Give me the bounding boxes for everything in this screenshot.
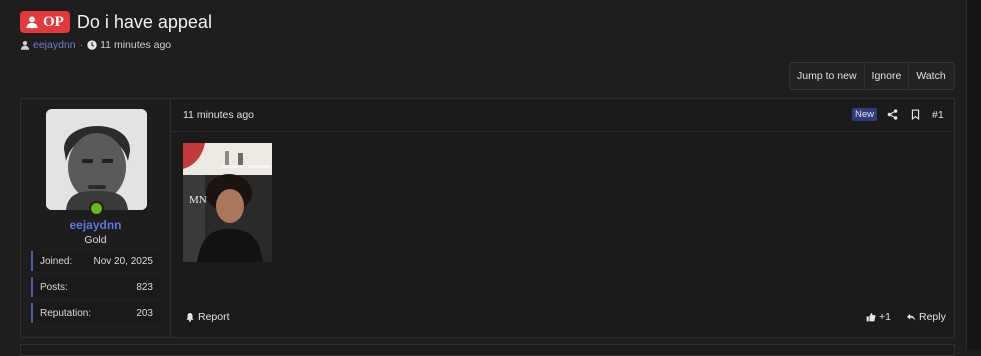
thread-action-bar: Jump to new Ignore Watch <box>789 62 955 90</box>
share-icon[interactable] <box>887 109 898 120</box>
post-body: 11 minutes ago New #1 MN Report +1 Reply <box>171 99 954 337</box>
user-icon <box>20 40 30 50</box>
stat-value: 823 <box>136 281 153 293</box>
user-rank: Gold <box>84 234 107 246</box>
clock-icon <box>87 40 97 50</box>
thread-author-link[interactable]: eejaydnn <box>33 39 76 51</box>
thread-time[interactable]: 11 minutes ago <box>100 39 171 51</box>
op-badge-label: OP <box>43 13 64 30</box>
op-badge: OP <box>20 11 70 33</box>
user-stat-joined: Joined: Nov 20, 2025 <box>31 251 160 271</box>
stat-value: 203 <box>136 307 153 319</box>
stat-value: Nov 20, 2025 <box>93 255 154 267</box>
bookmark-icon[interactable] <box>910 109 921 120</box>
watch-button[interactable]: Watch <box>909 63 952 89</box>
report-label: Report <box>198 311 230 323</box>
thread-meta: eejaydnn · 11 minutes ago <box>20 39 171 51</box>
like-label: +1 <box>879 311 891 323</box>
meta-separator: · <box>79 39 84 51</box>
post-footer: Report +1 Reply <box>171 311 954 331</box>
jump-to-new-button[interactable]: Jump to new <box>790 63 865 89</box>
stat-label: Joined: <box>40 255 73 267</box>
user-stat-posts: Posts: 823 <box>31 277 160 297</box>
post-user-cell: eejaydnn Gold Joined: Nov 20, 2025 Posts… <box>21 99 171 337</box>
post: eejaydnn Gold Joined: Nov 20, 2025 Posts… <box>20 98 955 338</box>
post-number-link[interactable]: #1 <box>932 109 944 121</box>
reply-label: Reply <box>919 311 946 323</box>
thread-title-row: OP Do i have appeal <box>20 11 212 33</box>
new-badge: New <box>852 108 878 121</box>
thumbs-up-icon <box>866 312 876 322</box>
post-username[interactable]: eejaydnn <box>21 218 170 232</box>
bell-icon <box>186 312 194 322</box>
scrollbar-track[interactable] <box>966 0 981 350</box>
post-image[interactable]: MN <box>183 143 272 262</box>
reply-button[interactable]: Reply <box>906 311 946 323</box>
avatar[interactable] <box>46 109 147 210</box>
svg-text:MN: MN <box>189 194 207 206</box>
stat-label: Posts: <box>40 281 68 293</box>
reply-icon <box>906 313 916 321</box>
user-icon <box>26 16 38 29</box>
post-time[interactable]: 11 minutes ago <box>183 109 254 121</box>
next-post <box>20 344 955 356</box>
post-header: 11 minutes ago New #1 <box>171 99 954 132</box>
like-button[interactable]: +1 <box>866 311 891 323</box>
user-stat-reputation: Reputation: 203 <box>31 303 160 323</box>
report-button[interactable]: Report <box>185 311 230 323</box>
ignore-button[interactable]: Ignore <box>865 63 910 89</box>
page-title: Do i have appeal <box>76 11 212 32</box>
online-status-indicator <box>89 201 104 216</box>
stat-label: Reputation: <box>40 307 92 319</box>
